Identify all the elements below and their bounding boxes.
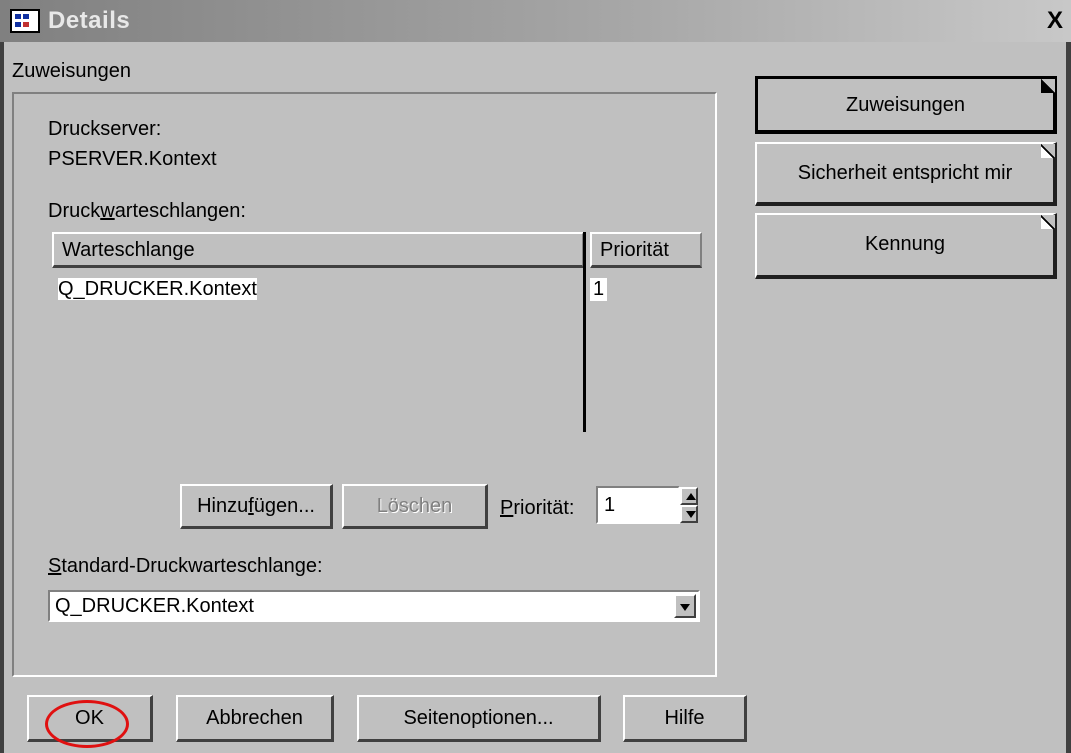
page-security[interactable]: Sicherheit entspricht mir bbox=[755, 142, 1057, 206]
close-icon[interactable]: X bbox=[1043, 9, 1067, 34]
group-title: Zuweisungen bbox=[12, 60, 131, 82]
print-server-label: Druckserver: bbox=[48, 118, 162, 140]
help-button[interactable]: Hilfe bbox=[623, 695, 747, 742]
delete-button[interactable]: Löschen bbox=[342, 484, 488, 529]
table-row[interactable]: Q_DRUCKER.Kontext bbox=[58, 278, 257, 301]
priority-spinner[interactable] bbox=[680, 487, 698, 523]
arrow-down-icon[interactable] bbox=[680, 505, 698, 523]
title-bar bbox=[0, 0, 1071, 42]
dropdown-arrow-icon[interactable] bbox=[674, 594, 696, 618]
column-header-queue[interactable]: Warteschlange bbox=[52, 232, 584, 268]
priority-input[interactable]: 1 bbox=[596, 486, 680, 524]
window-border-left bbox=[0, 42, 4, 753]
queue-name[interactable]: Q_DRUCKER.Kontext bbox=[58, 278, 257, 300]
arrow-up-icon[interactable] bbox=[680, 487, 698, 505]
window-title: Details bbox=[48, 7, 131, 34]
page-identity[interactable]: Kennung bbox=[755, 213, 1057, 279]
queue-list[interactable]: Warteschlange Priorität Q_DRUCKER.Kontex… bbox=[52, 232, 702, 438]
column-divider[interactable] bbox=[583, 232, 586, 432]
annotation-circle bbox=[45, 700, 129, 748]
cancel-button[interactable]: Abbrechen bbox=[176, 695, 334, 742]
page-options-button[interactable]: Seitenoptionen... bbox=[357, 695, 601, 742]
default-queue-label: Standard-Druckwarteschlange: bbox=[48, 555, 323, 577]
page-assignments[interactable]: Zuweisungen bbox=[755, 76, 1057, 134]
priority-label: Priorität: bbox=[500, 497, 575, 519]
queue-priority[interactable]: 1 bbox=[590, 278, 608, 301]
print-queues-label: Druckwarteschlangen: bbox=[48, 200, 246, 222]
details-window-icon[interactable] bbox=[10, 9, 40, 33]
column-header-priority[interactable]: Priorität bbox=[590, 232, 702, 268]
default-queue-select[interactable]: Q_DRUCKER.Kontext bbox=[48, 590, 700, 622]
add-button[interactable]: Hinzufügen... bbox=[180, 484, 333, 529]
window-border-right bbox=[1066, 42, 1071, 753]
print-server-value: PSERVER.Kontext bbox=[48, 148, 217, 170]
